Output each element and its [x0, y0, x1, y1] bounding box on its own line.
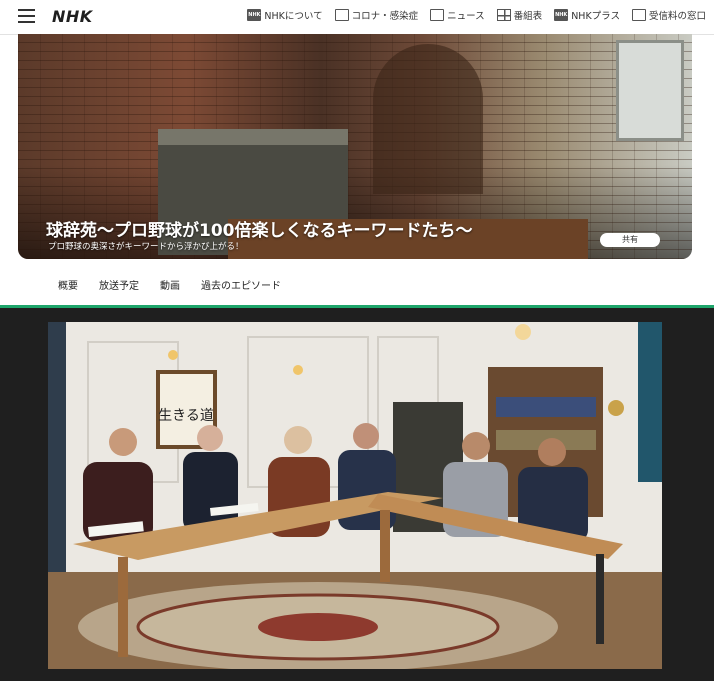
- arch-image: [373, 44, 483, 194]
- main-image-section: 生きる道: [0, 308, 714, 681]
- reception-fee-icon: [631, 9, 646, 21]
- window-image: [616, 40, 684, 141]
- nav-label: 番組表: [513, 11, 543, 22]
- nav-label: 受信料の窓口: [648, 11, 706, 22]
- tab-past-episodes[interactable]: 過去のエピソード: [201, 277, 281, 292]
- nav-label: NHKについて: [264, 11, 323, 22]
- site-header: NHK NHK NHKについて コロナ・感染症 ニュース 番組表 NHK NHK…: [0, 0, 714, 35]
- nav-nhk-plus[interactable]: NHK NHKプラス: [554, 8, 620, 22]
- nav-news[interactable]: ニュース: [430, 8, 485, 22]
- nav-label: NHKプラス: [571, 11, 620, 22]
- nav-label: コロナ・感染症: [351, 11, 419, 22]
- tab-videos[interactable]: 動画: [160, 277, 180, 292]
- studio-scene-image: 生きる道: [48, 322, 662, 669]
- program-subtitle: プロ野球の奥深さがキーワードから浮かび上がる！: [48, 242, 244, 252]
- share-button[interactable]: 共有: [600, 233, 660, 247]
- nav-reception-fee[interactable]: 受信料の窓口: [631, 8, 706, 22]
- tab-schedule[interactable]: 放送予定: [99, 277, 139, 292]
- nav-program-table[interactable]: 番組表: [496, 8, 543, 22]
- studio-photo: 生きる道: [48, 322, 662, 669]
- hero-banner: 球辞苑～プロ野球が100倍楽しくなるキーワードたち～ プロ野球の奥深さがキーワー…: [18, 34, 692, 259]
- nav-corona[interactable]: コロナ・感染症: [334, 8, 419, 22]
- news-icon: [430, 9, 445, 21]
- program-table-icon: [496, 9, 511, 21]
- nav-about-nhk[interactable]: NHK NHKについて: [247, 8, 323, 22]
- program-title: 球辞苑～プロ野球が100倍楽しくなるキーワードたち～: [46, 221, 473, 241]
- hamburger-menu-icon[interactable]: [18, 9, 35, 23]
- nhk-logo[interactable]: NHK: [52, 7, 93, 26]
- nhk-badge-icon: NHK: [247, 9, 262, 21]
- nav-label: ニュース: [447, 11, 485, 22]
- tab-overview[interactable]: 概要: [58, 277, 78, 292]
- program-tabs: 概要 放送予定 動画 過去のエピソード: [0, 260, 714, 308]
- corona-icon: [334, 9, 349, 21]
- global-nav: NHK NHKについて コロナ・感染症 ニュース 番組表 NHK NHKプラス …: [247, 8, 706, 22]
- calligraphy-text: 生きる道: [158, 408, 214, 424]
- nhk-plus-icon: NHK: [554, 9, 569, 21]
